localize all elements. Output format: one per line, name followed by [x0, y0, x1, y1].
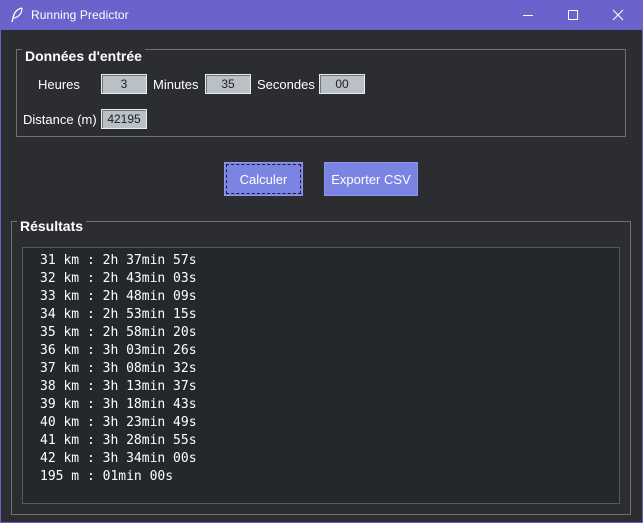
distance-input[interactable]	[101, 109, 147, 129]
maximize-icon	[568, 10, 578, 20]
minimize-button[interactable]	[505, 0, 551, 30]
result-line: 40 km : 3h 23min 49s	[40, 415, 197, 430]
distance-label: Distance (m)	[23, 112, 97, 127]
result-line: 39 km : 3h 18min 43s	[40, 397, 197, 412]
result-line: 35 km : 2h 58min 20s	[40, 325, 197, 340]
maximize-button[interactable]	[550, 0, 596, 30]
result-line: 42 km : 3h 34min 00s	[40, 451, 197, 466]
close-button[interactable]	[595, 0, 641, 30]
result-line: 31 km : 2h 37min 57s	[40, 253, 197, 268]
result-line: 37 km : 3h 08min 32s	[40, 361, 197, 376]
hours-label: Heures	[38, 77, 80, 92]
minutes-input[interactable]	[205, 74, 251, 94]
result-line: 33 km : 2h 48min 09s	[40, 289, 197, 304]
minimize-icon	[523, 15, 533, 16]
result-line: 195 m : 01min 00s	[40, 469, 174, 484]
result-line: 41 km : 3h 28min 55s	[40, 433, 197, 448]
result-line: 38 km : 3h 13min 37s	[40, 379, 197, 394]
results-text[interactable]: 31 km : 2h 37min 57s 32 km : 2h 43min 03…	[22, 247, 620, 504]
seconds-label: Secondes	[257, 77, 315, 92]
close-icon	[612, 9, 624, 21]
results-frame-title: Résultats	[17, 218, 87, 234]
hours-input[interactable]	[101, 74, 147, 94]
title-bar[interactable]: Running Predictor	[0, 0, 643, 30]
minutes-label: Minutes	[153, 77, 199, 92]
seconds-input[interactable]	[319, 74, 365, 94]
result-line: 32 km : 2h 43min 03s	[40, 271, 197, 286]
main-window: Données d'entrée Heures Minutes Secondes…	[1, 30, 642, 522]
window-title: Running Predictor	[31, 8, 129, 22]
result-line: 34 km : 2h 53min 15s	[40, 307, 197, 322]
feather-icon	[11, 7, 23, 23]
result-line: 36 km : 3h 03min 26s	[40, 343, 197, 358]
calculate-button[interactable]: Calculer	[224, 162, 303, 196]
export-csv-button[interactable]: Exporter CSV	[324, 162, 418, 196]
input-frame-title: Données d'entrée	[22, 48, 145, 64]
